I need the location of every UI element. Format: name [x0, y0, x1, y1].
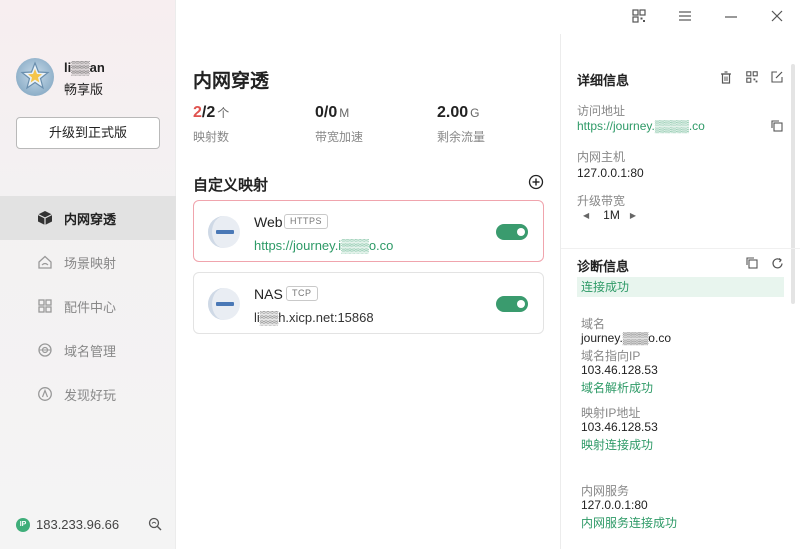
service-icon	[208, 216, 240, 248]
main-panel: 内网穿透 2/2 个 映射数 0/0 M 带宽加速 2.00 G 剩余流量 自定义映射…	[176, 34, 561, 549]
details-panel: 详细信息 访问地址 https://journey.▒▒▒▒.co 内网主机 1…	[561, 34, 800, 549]
access-url-label: 访问地址	[577, 104, 626, 118]
mapping-name: Web	[254, 214, 283, 230]
sidebar-item-label: 内网穿透	[64, 211, 117, 227]
plan-label: 畅享版	[64, 82, 104, 97]
sidebar-item-label: 场景映射	[64, 255, 117, 271]
close-icon[interactable]	[768, 7, 786, 25]
copy-icon[interactable]	[770, 119, 784, 133]
stat-bandwidth: 0/0 M 带宽加速	[315, 104, 363, 145]
service-label: 内网服务	[581, 484, 630, 498]
service-icon	[208, 288, 240, 320]
sidebar: li▒▒an 畅享版 升级到正式版 内网穿透 场景映射 配件中心 域名管理 发现…	[0, 0, 176, 549]
stat-unit: 个	[217, 106, 230, 120]
sidebar-nav: 内网穿透 场景映射 配件中心 域名管理 发现好玩	[0, 196, 176, 416]
qr-code-icon[interactable]	[630, 7, 648, 25]
service-value: 127.0.0.1:80	[581, 498, 648, 512]
sidebar-item-accessories[interactable]: 配件中心	[0, 284, 176, 328]
protocol-badge: TCP	[286, 286, 318, 301]
ip-lookup-icon[interactable]	[148, 517, 162, 534]
star-badge-icon	[20, 61, 50, 90]
stat-label: 剩余流量	[437, 130, 486, 144]
delete-icon[interactable]	[719, 70, 733, 84]
public-ip: IP 183.233.96.66	[16, 517, 119, 532]
sidebar-item-domains[interactable]: 域名管理	[0, 328, 176, 372]
sidebar-item-label: 发现好玩	[64, 387, 117, 403]
stat-unit: M	[339, 106, 350, 120]
mapping-card-nas[interactable]: NAS TCP li▒▒h.xicp.net:15868	[193, 272, 544, 334]
avatar[interactable]	[16, 58, 54, 96]
scrollbar[interactable]	[791, 64, 795, 304]
stat-label: 映射数	[193, 130, 230, 144]
section-divider	[561, 248, 800, 249]
mapping-card-web[interactable]: Web HTTPS https://journey.i▒▒▒o.co	[193, 200, 544, 262]
map-connect-status: 映射连接成功	[581, 438, 654, 452]
menu-icon[interactable]	[676, 7, 694, 25]
diagnostics-title: 诊断信息	[577, 259, 630, 274]
copy-icon[interactable]	[745, 256, 759, 270]
host-value: 127.0.0.1:80	[577, 166, 644, 180]
stat-unit: G	[470, 106, 480, 120]
stat-value: 0/0	[315, 104, 338, 121]
mapping-address: li▒▒h.xicp.net:15868	[254, 310, 374, 325]
host-label: 内网主机	[577, 150, 626, 164]
bandwidth-label: 升级带宽	[577, 194, 626, 208]
stat-value: 2.00	[437, 104, 469, 121]
section-title: 自定义映射	[193, 177, 269, 194]
add-mapping-icon[interactable]	[528, 174, 544, 193]
stat-traffic: 2.00 G 剩余流量	[437, 104, 485, 145]
stat-value: /2	[201, 104, 216, 121]
stat-label: 带宽加速	[315, 130, 364, 144]
stat-mappings: 2/2 个 映射数	[193, 104, 229, 145]
sidebar-item-discover[interactable]: 发现好玩	[0, 372, 176, 416]
details-title: 详细信息	[577, 73, 630, 88]
connection-status: 连接成功	[577, 277, 784, 297]
house-icon	[36, 253, 54, 271]
map-ip-label: 映射IP地址	[581, 406, 641, 420]
cube-icon	[36, 209, 54, 227]
qr-code-icon[interactable]	[745, 70, 759, 84]
ip-icon: IP	[16, 517, 30, 532]
sidebar-item-tunnel[interactable]: 内网穿透	[0, 196, 176, 240]
compass-icon	[36, 385, 54, 403]
edit-icon[interactable]	[770, 70, 784, 84]
protocol-badge: HTTPS	[284, 214, 329, 229]
map-ip-value: 103.46.128.53	[581, 420, 658, 434]
domain-label: 域名	[581, 317, 606, 331]
mapping-address-link[interactable]: https://journey.i▒▒▒o.co	[254, 238, 393, 253]
domain-value: journey.▒▒▒o.co	[581, 331, 671, 345]
mapping-name: NAS	[254, 286, 283, 302]
upgrade-button[interactable]: 升级到正式版	[16, 117, 160, 149]
title-bar	[176, 0, 800, 34]
public-ip-value: 183.233.96.66	[36, 517, 120, 532]
mapping-toggle[interactable]	[496, 224, 528, 240]
stat-value-accent: 2	[193, 104, 202, 121]
mapping-toggle[interactable]	[496, 296, 528, 312]
bandwidth-value: 1M	[603, 208, 620, 222]
refresh-icon[interactable]	[770, 256, 784, 270]
username: li▒▒an	[64, 60, 105, 75]
bandwidth-stepper: ◀ 1M ▶	[583, 208, 636, 222]
minimize-icon[interactable]	[722, 7, 740, 25]
domain-ip-value: 103.46.128.53	[581, 363, 658, 377]
service-connect-status: 内网服务连接成功	[581, 516, 678, 530]
page-title: 内网穿透	[193, 71, 270, 92]
decrease-arrow-icon[interactable]: ◀	[583, 211, 589, 220]
sidebar-item-label: 配件中心	[64, 299, 117, 315]
sidebar-item-label: 域名管理	[64, 343, 117, 359]
grid-icon	[36, 297, 54, 315]
sidebar-item-scene[interactable]: 场景映射	[0, 240, 176, 284]
domain-resolve-status: 域名解析成功	[581, 381, 654, 395]
increase-arrow-icon[interactable]: ▶	[630, 211, 636, 220]
globe-icon	[36, 341, 54, 359]
access-url-link[interactable]: https://journey.▒▒▒▒.co	[577, 119, 705, 133]
domain-ip-label: 域名指向IP	[581, 349, 641, 363]
